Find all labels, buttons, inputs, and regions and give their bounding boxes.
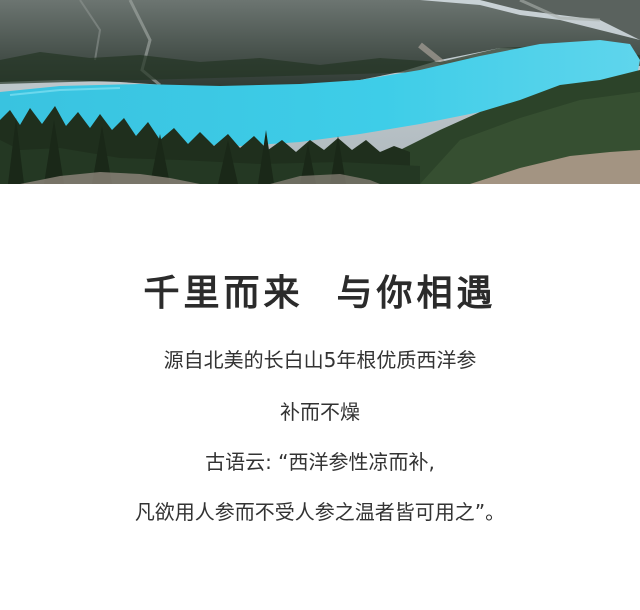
mountain-lake-landscape-icon [0,0,640,184]
description-line-3: 古语云: “西洋参性凉而补, [205,450,435,474]
description-line-4: 凡欲用人参而不受人参之温者皆可用之”。 [134,500,506,524]
page-title: 千里而来 与你相遇 [143,272,497,314]
page: 千里而来 与你相遇 源自北美的长白山5年根优质西洋参 补而不燥 古语云: “西洋… [0,0,640,610]
content-section: 千里而来 与你相遇 源自北美的长白山5年根优质西洋参 补而不燥 古语云: “西洋… [0,184,640,610]
hero-image [0,0,640,184]
description-line-2: 补而不燥 [280,400,360,424]
description-line-1: 源自北美的长白山5年根优质西洋参 [163,348,477,372]
